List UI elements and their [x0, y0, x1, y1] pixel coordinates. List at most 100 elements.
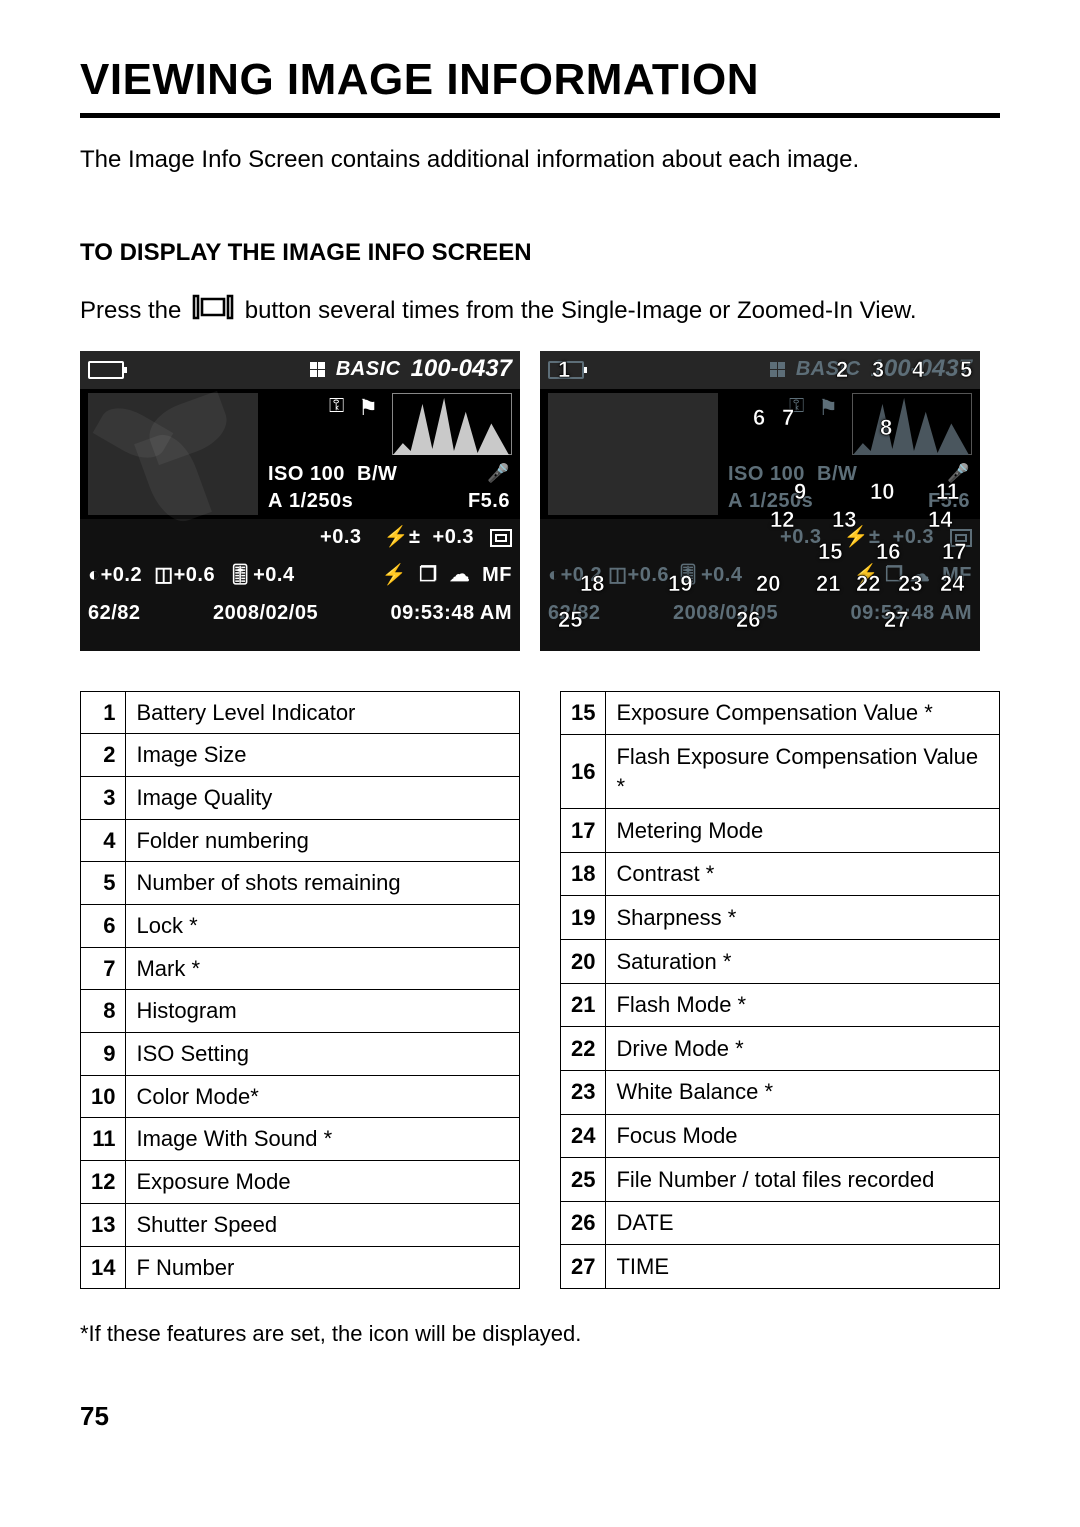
legend-number: 21 [561, 983, 606, 1027]
legend-number: 1 [81, 691, 126, 734]
legend-number: 9 [81, 1033, 126, 1076]
legend-number: 19 [561, 896, 606, 940]
legend-label: Contrast * [606, 852, 1000, 896]
legend-table-right: 15Exposure Compensation Value *16Flash E… [560, 691, 1000, 1290]
legend-number: 4 [81, 819, 126, 862]
file-counter-label: 62/82 [88, 600, 141, 627]
legend-number: 22 [561, 1027, 606, 1071]
table-row: 12Exposure Mode [81, 1161, 520, 1204]
page-title: VIEWING IMAGE INFORMATION [80, 50, 1000, 118]
ghost-focus: MF [942, 562, 972, 589]
legend-label: Lock * [126, 905, 520, 948]
ghost-sharp: +0.6 [628, 564, 669, 586]
ghost-counter: 62/82 [548, 600, 601, 627]
legend-label: Battery Level Indicator [126, 691, 520, 734]
legend-label: Flash Exposure Compensation Value * [606, 735, 1000, 809]
legend-number: 13 [81, 1203, 126, 1246]
legend-number: 11 [81, 1118, 126, 1161]
legend-label: Mark * [126, 947, 520, 990]
histogram [392, 393, 512, 455]
legend-label: Image Size [126, 734, 520, 777]
legend-number: 18 [561, 852, 606, 896]
saturation-icon: 🎚 [227, 564, 253, 586]
table-row: 27TIME [561, 1245, 1000, 1289]
ghost-sat: +0.4 [701, 564, 742, 586]
saturation-label: +0.4 [253, 564, 294, 586]
legend-label: ISO Setting [126, 1033, 520, 1076]
ev-label: +0.3 [320, 524, 361, 551]
instr-post: button several times from the Single-Ima… [245, 297, 917, 324]
ghost-date: 2008/02/05 [601, 600, 851, 627]
instr-pre: Press the [80, 297, 188, 324]
metering-icon [490, 529, 512, 547]
table-row: 20Saturation * [561, 940, 1000, 984]
legend-label: Flash Mode * [606, 983, 1000, 1027]
page-number: 75 [80, 1399, 1000, 1434]
exposure-mode-label: A [268, 490, 283, 512]
ghost-folder: 100-0437 [871, 353, 972, 385]
table-row: 15Exposure Compensation Value * [561, 691, 1000, 735]
legend-number: 26 [561, 1201, 606, 1245]
table-row: 6Lock * [81, 905, 520, 948]
info-screen-callouts: BASIC 100-0437 ⚿⚑ I [540, 351, 980, 651]
date-label: 2008/02/05 [141, 600, 391, 627]
quality-label: BASIC [336, 356, 401, 383]
table-row: 3Image Quality [81, 776, 520, 819]
legend-number: 3 [81, 776, 126, 819]
legend-label: Folder numbering [126, 819, 520, 862]
table-row: 8Histogram [81, 990, 520, 1033]
lock-icon: ⚿ [329, 393, 344, 420]
iso-label: ISO 100 [268, 463, 345, 485]
sharpness-label: +0.6 [174, 564, 215, 586]
table-row: 7Mark * [81, 947, 520, 990]
legend-number: 6 [81, 905, 126, 948]
legend-number: 15 [561, 691, 606, 735]
ghost-iso: ISO 100 [728, 463, 805, 485]
legend-label: Exposure Mode [126, 1161, 520, 1204]
legend-label: Image With Sound * [126, 1118, 520, 1161]
ghost-shutter: 1/250s [749, 490, 813, 512]
ghost-contrast: +0.2 [561, 564, 602, 586]
flash-mode-icon: ⚡ [382, 562, 407, 589]
legend-label: White Balance * [606, 1070, 1000, 1114]
legend-number: 24 [561, 1114, 606, 1158]
legend-label: F Number [126, 1246, 520, 1289]
footnote: *If these features are set, the icon wil… [80, 1319, 1000, 1349]
sub-heading: TO DISPLAY THE IMAGE INFO SCREEN [80, 237, 1000, 269]
mark-icon: ⚑ [358, 393, 378, 423]
legend-number: 20 [561, 940, 606, 984]
legend-label: File Number / total files recorded [606, 1158, 1000, 1202]
table-row: 11Image With Sound * [81, 1118, 520, 1161]
ghost-ev: +0.3 [780, 524, 821, 551]
ghost-fnum: F5.6 [928, 488, 970, 515]
table-row: 24Focus Mode [561, 1114, 1000, 1158]
legend-tables: 1Battery Level Indicator2Image Size3Imag… [80, 691, 1000, 1290]
wb-icon: ☁ [450, 562, 471, 589]
contrast-icon: ◐ [88, 564, 101, 586]
info-button-icon [192, 293, 234, 330]
legend-label: TIME [606, 1245, 1000, 1289]
table-row: 2Image Size [81, 734, 520, 777]
color-mode-label: B/W [357, 463, 397, 485]
time-label: 09:53:48 AM [391, 600, 512, 627]
table-row: 5Number of shots remaining [81, 862, 520, 905]
contrast-label: +0.2 [101, 564, 142, 586]
focus-mode-label: MF [482, 562, 512, 589]
legend-table-left: 1Battery Level Indicator2Image Size3Imag… [80, 691, 520, 1290]
legend-label: Number of shots remaining [126, 862, 520, 905]
flash-ev-label: +0.3 [433, 524, 474, 551]
legend-label: Sharpness * [606, 896, 1000, 940]
legend-number: 2 [81, 734, 126, 777]
legend-number: 17 [561, 809, 606, 853]
table-row: 17Metering Mode [561, 809, 1000, 853]
legend-label: Focus Mode [606, 1114, 1000, 1158]
table-row: 25File Number / total files recorded [561, 1158, 1000, 1202]
legend-label: Image Quality [126, 776, 520, 819]
screenshot-pair: BASIC 100-0437 ⚿ ⚑ [80, 351, 1000, 651]
legend-number: 27 [561, 1245, 606, 1289]
ghost-color: B/W [817, 463, 857, 485]
ghost-fev: +0.3 [893, 524, 934, 551]
drive-mode-icon: ❐ [419, 562, 437, 589]
legend-number: 5 [81, 862, 126, 905]
legend-label: Histogram [126, 990, 520, 1033]
